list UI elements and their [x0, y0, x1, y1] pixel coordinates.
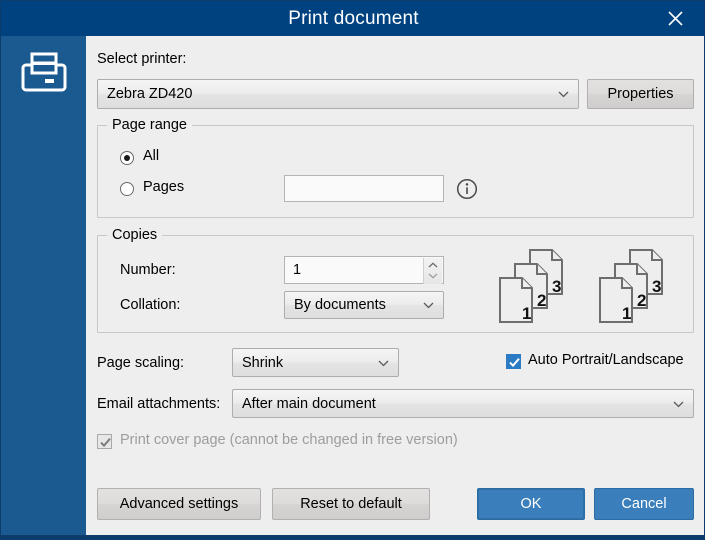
copies-number-value: 1: [293, 262, 302, 278]
printer-select-value: Zebra ZD420: [107, 86, 193, 102]
number-label: Number:: [120, 262, 176, 278]
svg-text:1: 1: [522, 304, 531, 323]
printer-select[interactable]: Zebra ZD420: [97, 79, 579, 109]
copies-number-input[interactable]: 1: [284, 256, 444, 284]
radio-all-label: All: [143, 148, 160, 164]
chevron-down-icon: [558, 86, 569, 102]
close-button[interactable]: [652, 1, 698, 36]
chevron-down-icon: [423, 297, 434, 313]
auto-orientation-label: Auto Portrait/Landscape: [528, 352, 684, 368]
ok-button[interactable]: OK: [477, 488, 585, 520]
page-range-group: Page range All Pages: [97, 117, 694, 218]
svg-text:3: 3: [552, 277, 561, 296]
collation-select-value: By documents: [294, 297, 386, 313]
collated-pages-icon: 3 2 1 3 2 1: [498, 246, 688, 331]
collation-label: Collation:: [120, 297, 181, 313]
svg-text:3: 3: [652, 277, 661, 296]
cancel-button[interactable]: Cancel: [594, 488, 694, 520]
printer-icon: [19, 51, 69, 104]
email-attachments-label: Email attachments:: [97, 396, 221, 412]
svg-text:2: 2: [637, 291, 646, 310]
title-bar: Print document: [1, 1, 704, 36]
svg-text:1: 1: [622, 304, 631, 323]
copies-group: Copies Number: 1 Collation: By documents…: [97, 227, 694, 333]
select-printer-label: Select printer:: [97, 51, 187, 67]
collation-select[interactable]: By documents: [284, 291, 444, 319]
properties-button[interactable]: Properties: [587, 79, 694, 109]
svg-text:2: 2: [537, 291, 546, 310]
radio-pages-label: Pages: [143, 179, 185, 195]
chevron-down-icon: [673, 396, 684, 412]
cancel-button-label: Cancel: [621, 496, 667, 512]
radio-all[interactable]: [120, 151, 134, 165]
email-attachments-select[interactable]: After main document: [232, 389, 694, 418]
stepper-down-button[interactable]: [424, 269, 442, 280]
ok-button-label: OK: [520, 496, 542, 512]
print-dialog-window: Print document Select printer: Zebra ZD4…: [0, 0, 705, 540]
dialog-body: Select printer: Zebra ZD420 Properties P…: [86, 36, 704, 539]
radio-pages[interactable]: [120, 182, 134, 196]
pages-input[interactable]: [284, 175, 444, 202]
window-title: Print document: [288, 8, 419, 29]
close-icon: [667, 10, 684, 27]
copies-legend: Copies: [107, 227, 163, 243]
chevron-down-icon: [378, 355, 389, 371]
email-attachments-value: After main document: [242, 395, 376, 412]
reset-to-default-label: Reset to default: [300, 496, 402, 512]
page-range-legend: Page range: [107, 117, 192, 133]
cover-page-checkbox: [97, 434, 112, 449]
window-bottom-border: [1, 535, 704, 539]
cover-page-label: Print cover page (cannot be changed in f…: [120, 432, 458, 448]
advanced-settings-button[interactable]: Advanced settings: [97, 488, 261, 520]
copies-stepper[interactable]: [423, 258, 442, 284]
chevron-down-icon: [428, 267, 438, 283]
sidebar: [1, 36, 86, 539]
properties-button-label: Properties: [607, 86, 674, 102]
page-scaling-label: Page scaling:: [97, 355, 185, 371]
page-scaling-select[interactable]: Shrink: [232, 348, 399, 377]
info-circle-icon[interactable]: [456, 178, 478, 205]
auto-orientation-checkbox[interactable]: [506, 354, 521, 369]
page-scaling-value: Shrink: [242, 354, 284, 371]
reset-to-default-button[interactable]: Reset to default: [272, 488, 430, 520]
advanced-settings-label: Advanced settings: [119, 496, 239, 512]
